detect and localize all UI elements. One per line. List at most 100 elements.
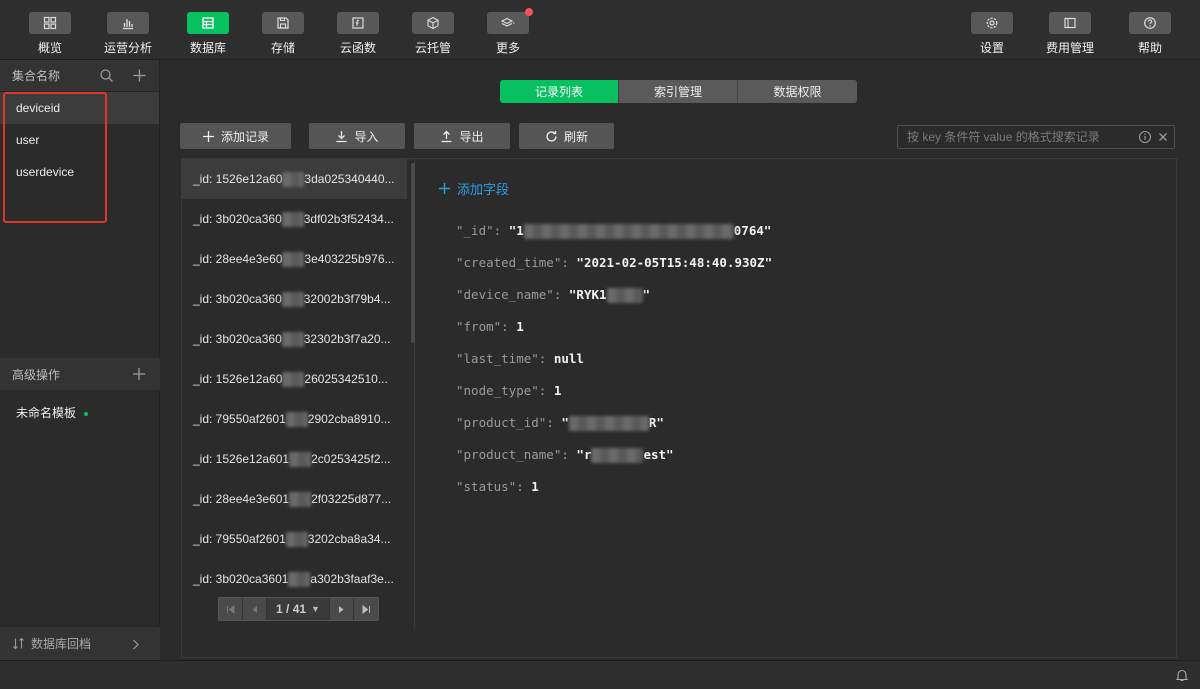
field-value-end: 0764" xyxy=(733,223,772,238)
toolbar-label: 设置 xyxy=(979,41,1004,55)
toolbar-label: 帮助 xyxy=(1137,41,1162,55)
field-row[interactable]: "created_time": "2021-02-05T15:48:40.930… xyxy=(456,255,772,270)
record-item[interactable]: _id: 3b020ca360 32002b3f79b4... xyxy=(182,279,407,319)
record-item[interactable]: _id: 1526e12a60 26025342510... xyxy=(182,359,407,399)
toolbar-help[interactable]: 帮助 xyxy=(1120,0,1180,60)
notification-badge xyxy=(525,8,533,16)
toolbar-storage[interactable]: 存储 xyxy=(253,0,313,60)
toolbar-label: 费用管理 xyxy=(1045,41,1094,55)
field-value: "2021-02-05T15:48:40.930Z" xyxy=(576,255,773,270)
toolbar-settings[interactable]: 设置 xyxy=(962,0,1022,60)
status-dot xyxy=(84,411,89,416)
field-row[interactable]: "status": 1 xyxy=(456,479,539,494)
help-icon xyxy=(1129,12,1171,34)
add-template-icon[interactable] xyxy=(132,367,146,381)
add-field-button[interactable]: 添加字段 xyxy=(438,179,509,198)
field-row[interactable]: "node_type": 1 xyxy=(456,383,561,398)
add-record-button[interactable]: 添加记录 xyxy=(180,123,291,149)
record-item[interactable]: _id: 79550af2601 3202cba8a34... xyxy=(182,519,407,559)
record-item[interactable]: _id: 79550af2601 2902cba8910... xyxy=(182,399,407,439)
redacted-text xyxy=(606,288,643,303)
prev-page-button[interactable] xyxy=(243,598,267,620)
close-icon[interactable] xyxy=(1156,130,1170,144)
field-value: null xyxy=(553,351,584,366)
add-collection-icon[interactable] xyxy=(132,68,147,83)
pagination: 1 / 41 ▼ xyxy=(218,597,379,621)
field-value: 1 xyxy=(553,383,562,398)
toolbar-database[interactable]: 数据库 xyxy=(178,0,238,60)
toolbar-label: 运营分析 xyxy=(103,41,152,55)
redacted-text xyxy=(523,224,734,239)
next-page-button[interactable] xyxy=(330,598,354,620)
field-row[interactable]: "last_time": null xyxy=(456,351,584,366)
field-value: 1 xyxy=(531,479,539,494)
export-button[interactable]: 导出 xyxy=(414,123,510,149)
refresh-button[interactable]: 刷新 xyxy=(519,123,614,149)
record-item[interactable]: _id: 28ee4e3e601 2f03225d877... xyxy=(182,479,407,519)
last-page-button[interactable] xyxy=(354,598,378,620)
bell-icon[interactable] xyxy=(1175,668,1189,682)
toolbar-overview[interactable]: 概览 xyxy=(20,0,80,60)
search-input[interactable] xyxy=(907,130,1135,144)
field-key: "product_id" xyxy=(456,415,547,430)
record-list: _id: 1526e12a60 3da025340440... _id: 3b020… xyxy=(182,159,415,629)
toolbar-analytics[interactable]: 运营分析 xyxy=(98,0,158,60)
toolbar-more[interactable]: 更多 xyxy=(478,0,538,60)
search-icon[interactable] xyxy=(99,68,114,83)
top-toolbar: 概览 运营分析 数据库 存储 云函数 云托管 更多 设置 费用管理 帮助 xyxy=(0,0,1200,60)
template-item[interactable]: 未命名模板 xyxy=(16,404,89,421)
tab-records[interactable]: 记录列表 xyxy=(500,80,619,103)
tab-indexes[interactable]: 索引管理 xyxy=(619,80,738,103)
field-value: 1 xyxy=(516,319,524,334)
tab-permissions[interactable]: 数据权限 xyxy=(738,80,857,103)
redacted-text xyxy=(282,371,305,387)
field-row[interactable]: "_id": "1 0764" xyxy=(456,223,771,239)
gear-icon xyxy=(971,12,1013,34)
record-item[interactable]: _id: 3b020ca360 3df02b3f52434... xyxy=(182,199,407,239)
record-item[interactable]: _id: 1526e12a601 2c0253425f2... xyxy=(182,439,407,479)
billing-icon xyxy=(1049,12,1091,34)
record-item[interactable]: _id: 3b020ca3601 a302b3faaf3e... xyxy=(182,559,407,599)
field-separator: : xyxy=(501,319,517,334)
field-separator: : xyxy=(538,383,554,398)
redacted-text xyxy=(282,251,305,267)
rollback-icon xyxy=(13,637,24,650)
redacted-text xyxy=(288,571,311,587)
record-item[interactable]: _id: 1526e12a60 3da025340440... xyxy=(182,159,407,199)
collections-title: 集合名称 xyxy=(12,69,61,83)
field-row[interactable]: "product_name": "r est" xyxy=(456,447,674,463)
field-separator: : xyxy=(561,255,577,270)
field-row[interactable]: "product_id": " R" xyxy=(456,415,664,431)
advanced-title: 高级操作 xyxy=(12,367,61,382)
field-key: "device_name" xyxy=(456,287,554,302)
record-search xyxy=(897,125,1175,149)
toolbar-cloud-hosting[interactable]: 云托管 xyxy=(403,0,463,60)
next-page-icon xyxy=(339,605,344,613)
toolbar-billing[interactable]: 费用管理 xyxy=(1040,0,1100,60)
field-row[interactable]: "device_name": "RYK1 " xyxy=(456,287,650,303)
redacted-text xyxy=(285,411,308,427)
redacted-text xyxy=(285,531,308,547)
record-item[interactable]: _id: 28ee4e3e60 3e403225b976... xyxy=(182,239,407,279)
last-page-icon xyxy=(362,604,370,614)
import-button[interactable]: 导入 xyxy=(309,123,405,149)
field-separator: : xyxy=(553,287,569,302)
layers-icon xyxy=(487,8,533,34)
field-key: "created_time" xyxy=(456,255,562,270)
field-row[interactable]: "from": 1 xyxy=(456,319,524,334)
field-key: "last_time" xyxy=(456,351,539,366)
plus-icon xyxy=(202,130,214,142)
first-page-button[interactable] xyxy=(219,598,243,620)
record-list-scrollbar[interactable] xyxy=(411,163,415,343)
toolbar-label: 存储 xyxy=(270,41,295,55)
toolbar-cloud-functions[interactable]: 云函数 xyxy=(328,0,388,60)
database-rollback[interactable]: 数据库回档 xyxy=(0,626,160,660)
plus-icon xyxy=(439,183,450,194)
page-select[interactable]: 1 / 41 ▼ xyxy=(267,598,330,620)
toolbar-label: 云托管 xyxy=(414,41,451,55)
info-icon[interactable] xyxy=(1138,130,1152,144)
field-value-end: R" xyxy=(648,415,664,430)
bar-chart-icon xyxy=(107,12,149,34)
record-item[interactable]: _id: 3b020ca360 32302b3f7a20... xyxy=(182,319,407,359)
upload-icon xyxy=(441,130,452,142)
